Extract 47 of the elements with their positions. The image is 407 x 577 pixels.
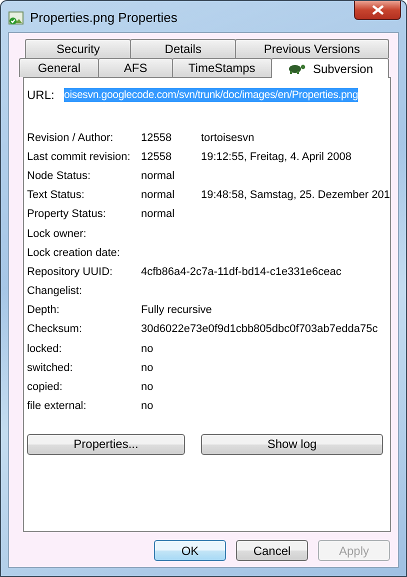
property-value: no [141, 342, 154, 355]
property-value: 4cfb86a4-2c7a-11df-bd14-c1e331e6ceac [141, 266, 342, 278]
property-value: Fully recursive [141, 304, 213, 316]
close-button[interactable] [354, 1, 401, 20]
property-label: copied: [27, 381, 64, 394]
property-value: no [141, 400, 154, 412]
property-detail: tortoisesvn [201, 132, 256, 144]
property-label: Repository UUID: [27, 266, 114, 278]
property-label: Lock creation date: [27, 246, 121, 259]
property-label: Changelist: [27, 285, 84, 298]
property-value: normal [141, 170, 176, 182]
tab[interactable]: Details [130, 39, 236, 58]
property-label: switched: [27, 362, 74, 374]
tab[interactable]: Security [25, 39, 132, 58]
property-label: file external: [27, 400, 88, 412]
property-value: normal [141, 189, 176, 202]
tab[interactable]: TimeStamps [172, 58, 272, 77]
tab[interactable]: Previous Versions [234, 39, 389, 58]
image-file-icon [8, 10, 24, 26]
property-label: Checksum: [27, 323, 84, 336]
url-label: URL: [27, 88, 56, 102]
dialog-button[interactable]: Cancel [236, 540, 308, 561]
tab[interactable]: Subversion [270, 58, 389, 78]
property-value: 30d6022e73e0f9d1cbb805dbc0f703ab7edda75c [141, 323, 379, 336]
property-label: Last commit revision: [27, 150, 132, 163]
property-label: locked: [27, 342, 63, 355]
property-label: Lock owner: [27, 228, 88, 240]
property-value: 12558 [141, 132, 173, 144]
property-label: Revision / Author: [27, 132, 114, 144]
property-label: Property Status: [27, 208, 107, 220]
property-value: normal [141, 208, 176, 220]
property-value: no [141, 381, 154, 394]
property-label: Text Status: [27, 189, 86, 202]
tab[interactable]: AFS [98, 58, 173, 77]
property-detail: 19:48:58, Samstag, 25. Dezember 201 [201, 189, 390, 202]
panel-button[interactable]: Properties... [27, 434, 185, 455]
property-detail: 19:12:55, Freitag, 4. April 2008 [201, 150, 352, 163]
tab[interactable]: General [19, 58, 100, 77]
property-label: Node Status: [27, 170, 92, 182]
dialog-button[interactable]: OK [154, 540, 226, 561]
turtle-icon [286, 62, 307, 74]
property-value: 12558 [141, 150, 173, 163]
property-label: Depth: [27, 304, 60, 316]
panel-button[interactable]: Show log [201, 434, 383, 455]
property-value: no [141, 362, 154, 374]
close-icon [372, 5, 384, 15]
window-title: Properties.png Properties [30, 10, 178, 24]
